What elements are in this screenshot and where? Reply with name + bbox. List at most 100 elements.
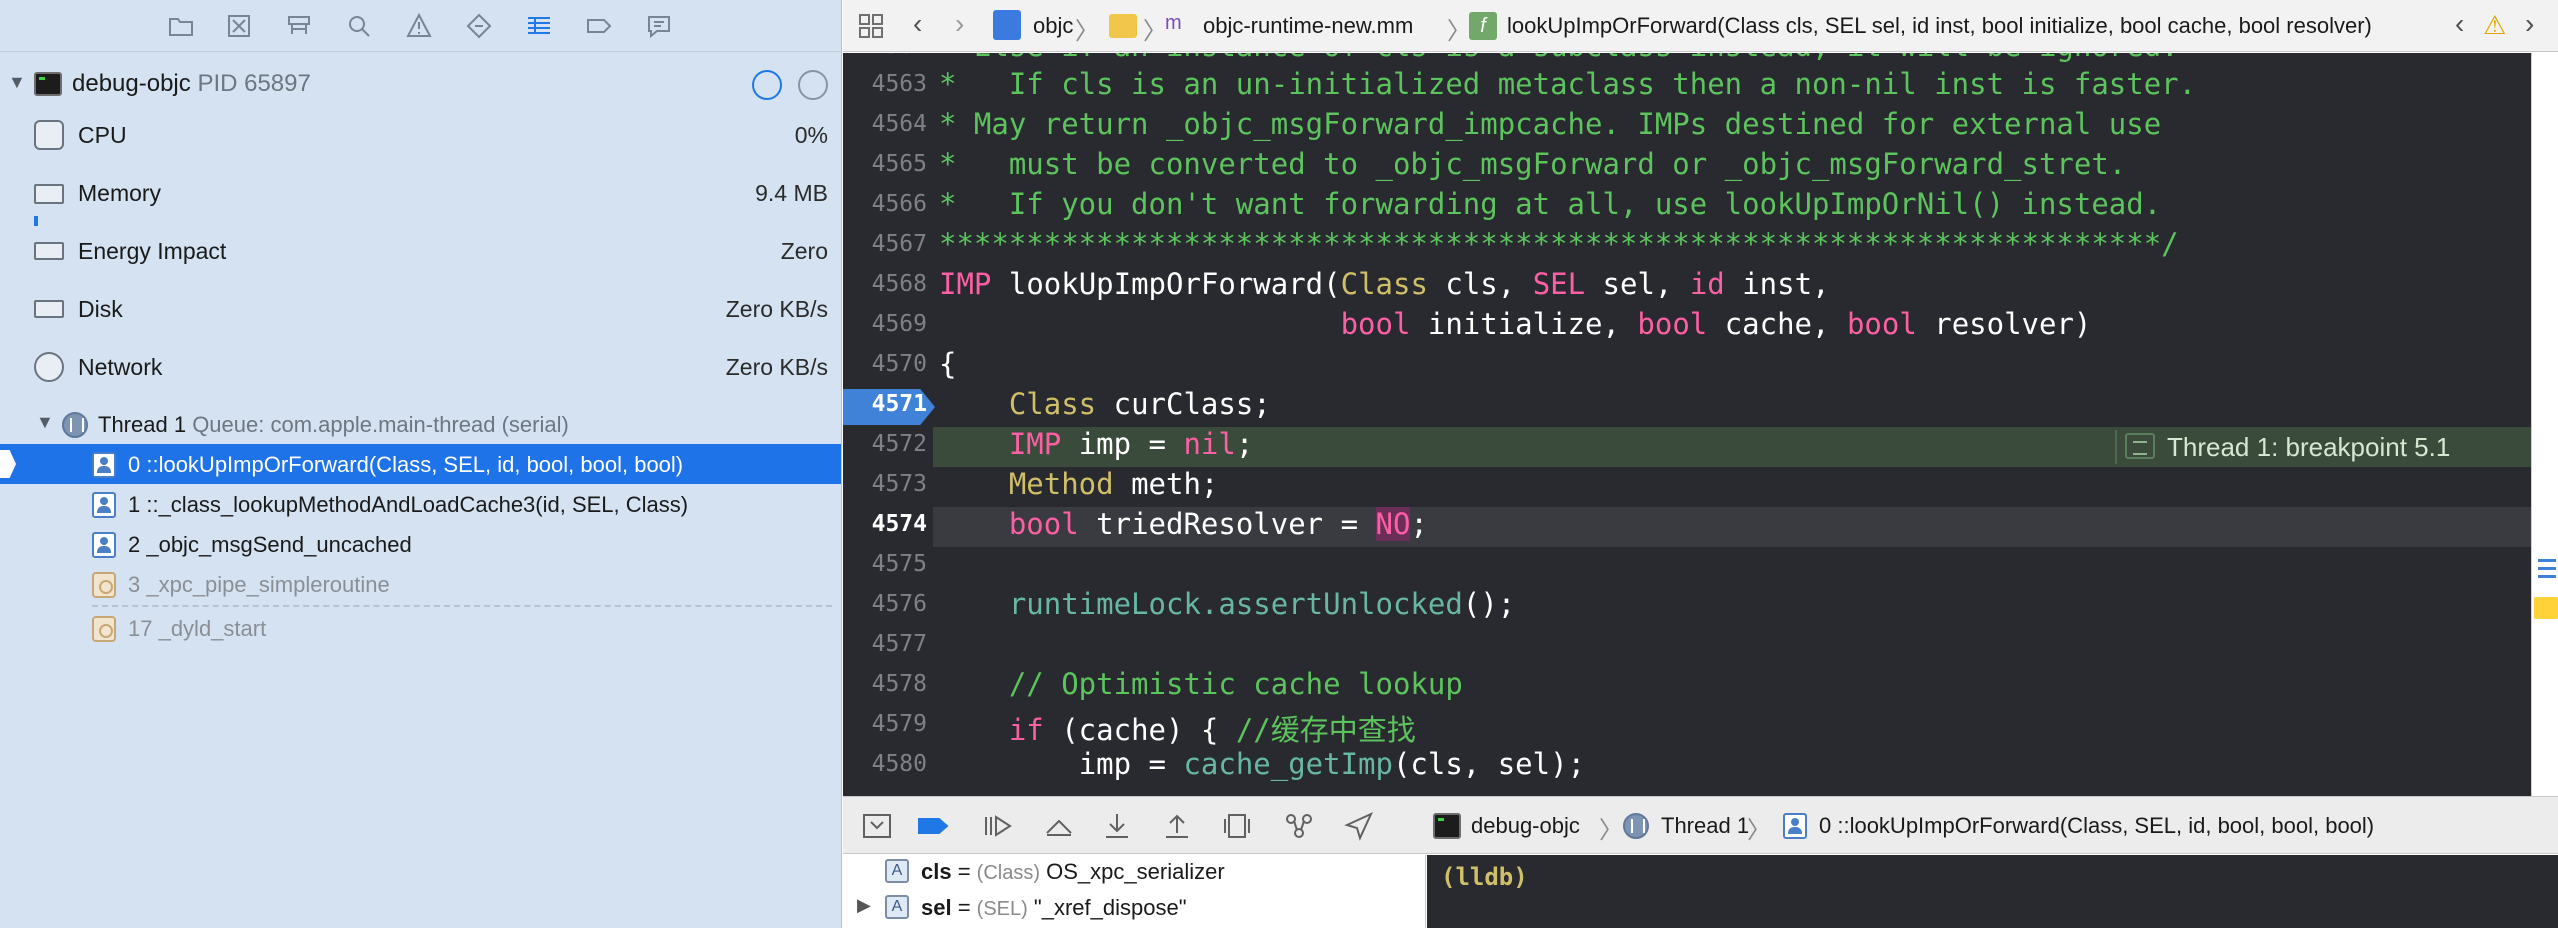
code-token: imp = — [1078, 747, 1184, 781]
code-token: id — [1689, 267, 1725, 301]
code-line: * If you don't want forwarding at all, u… — [939, 187, 2162, 221]
code-token: (); — [1462, 587, 1516, 621]
debug-thread[interactable]: Thread 1 — [1661, 813, 1749, 839]
code-token: IMP — [1008, 427, 1062, 461]
code-comment: 缓存中查找 — [1270, 713, 1416, 747]
breakpoint-annotation-icon — [2125, 433, 2155, 459]
previous-issue-icon[interactable]: ‹ — [2455, 8, 2464, 40]
process-row[interactable]: ▼ debug-objc PID 65897 — [0, 64, 841, 104]
path-separator: 〉 — [1747, 817, 1771, 844]
line-number: 4575 — [871, 551, 927, 577]
stack-frame-row[interactable]: 2 _objc_msgSend_uncached — [0, 524, 841, 564]
editor-minimap[interactable] — [2531, 53, 2558, 796]
debug-icon[interactable] — [522, 10, 556, 42]
thread-row[interactable]: ▼ Thread 1 Queue: com.apple.main-thread … — [0, 404, 841, 444]
gauge-network[interactable]: Network Zero KB/s — [0, 340, 841, 398]
frame-label: 3 _xpc_pipe_simpleroutine — [128, 572, 390, 597]
code-token: Class — [1340, 267, 1428, 301]
lldb-console[interactable]: (lldb) — [1427, 855, 2558, 928]
report-icon[interactable] — [642, 10, 676, 42]
gauge-icon[interactable] — [752, 70, 782, 100]
code-line: bool triedResolver = NO; — [939, 507, 1428, 541]
warning-icon[interactable]: ⚠ — [2483, 10, 2506, 41]
source-control-icon[interactable] — [222, 10, 256, 42]
user-frame-icon — [92, 492, 116, 518]
navigator-toolbar — [0, 0, 841, 52]
variable-text: cls = (Class) OS_xpc_serializer — [921, 859, 1225, 884]
stack-frame-row[interactable]: 1 ::_class_lookupMethodAndLoadCache3(id,… — [0, 484, 841, 524]
disclosure-triangle-icon[interactable]: ▶ — [857, 895, 871, 916]
disclosure-triangle-icon[interactable]: ▼ — [8, 72, 26, 93]
line-number: 4574 — [871, 511, 927, 537]
find-icon[interactable] — [342, 10, 376, 42]
gauge-energy[interactable]: Energy Impact Zero — [0, 224, 841, 282]
warning-marker-icon[interactable] — [2534, 597, 2558, 619]
step-into-icon[interactable] — [1101, 811, 1133, 841]
variable-row[interactable]: A cls = (Class) OS_xpc_serializer — [843, 855, 1426, 889]
code-token: nil — [1183, 427, 1236, 461]
stack-frame-row[interactable]: 0 ::lookUpImpOrForward(Class, SEL, id, b… — [0, 444, 841, 484]
console-prompt: (lldb) — [1441, 863, 1528, 891]
code-token: inst, — [1724, 267, 1830, 301]
step-over-icon[interactable] — [1043, 811, 1075, 841]
line-number: 4567 — [871, 231, 927, 257]
memory-graph-icon[interactable] — [1283, 811, 1315, 841]
variable-row[interactable]: ▶ A sel = (SEL) "_xref_dispose" — [843, 891, 1426, 925]
system-frame-icon — [92, 616, 116, 642]
thread-filter-icon[interactable] — [798, 70, 828, 100]
collapsed-frames-separator — [92, 605, 832, 607]
variable-type: (Class) — [976, 862, 1041, 884]
disclosure-triangle-icon[interactable]: ▼ — [36, 412, 54, 433]
forward-icon[interactable]: › — [955, 8, 964, 40]
hide-debug-area-icon[interactable] — [861, 811, 893, 841]
stack-frame-row[interactable]: 17 _dyld_start — [0, 608, 841, 648]
gauge-disk[interactable]: Disk Zero KB/s — [0, 282, 841, 340]
gauge-cpu[interactable]: CPU 0% — [0, 108, 841, 166]
test-icon[interactable] — [462, 10, 496, 42]
code-token: IMP — [939, 267, 992, 301]
thread-queue: Queue: com.apple.main-thread (serial) — [192, 412, 569, 437]
code-comment: // Optimistic cache lookup — [1008, 667, 1463, 701]
related-items-icon[interactable] — [857, 12, 885, 40]
code-token: bool — [1637, 307, 1708, 341]
code-token: bool — [1846, 307, 1917, 341]
issue-icon[interactable] — [402, 10, 436, 42]
jump-file[interactable]: objc-runtime-new.mm — [1203, 13, 1413, 39]
next-issue-icon[interactable]: › — [2525, 8, 2534, 40]
folder-icon[interactable] — [164, 10, 198, 42]
back-icon[interactable]: ‹ — [913, 8, 922, 40]
breakpoint-icon[interactable] — [582, 10, 616, 42]
cpu-icon — [34, 120, 64, 150]
code-line: * May return _objc_msgForward_impcache. … — [939, 107, 2162, 141]
code-token: ; — [1235, 427, 1254, 461]
code-line: bool initialize, bool cache, bool resolv… — [939, 307, 2092, 341]
gauge-memory[interactable]: Memory 9.4 MB — [0, 166, 841, 226]
view-hierarchy-icon[interactable] — [1221, 811, 1253, 841]
argument-icon: A — [885, 895, 909, 919]
line-number: 4568 — [871, 271, 927, 297]
line-number: 4570 — [871, 351, 927, 377]
minimap-marker — [2538, 567, 2556, 570]
jump-function[interactable]: lookUpImpOrForward(Class cls, SEL sel, i… — [1507, 13, 2372, 39]
line-number-gutter[interactable]: 4562 4563 4564 4565 4566 4567 4568 4569 … — [843, 53, 935, 796]
line-number: 4569 — [871, 311, 927, 337]
jump-project[interactable]: objc — [1033, 13, 1073, 39]
code-editor[interactable]: Thread 1: breakpoint 5.1 4562 4563 4564 … — [843, 53, 2531, 796]
breakpoints-toggle-icon[interactable] — [917, 811, 949, 841]
line-number: 4563 — [871, 71, 927, 97]
step-out-icon[interactable] — [1161, 811, 1193, 841]
selection-marker-icon — [0, 450, 16, 478]
folder-icon — [1109, 14, 1137, 38]
process-name: debug-objc — [72, 70, 191, 97]
symbol-icon[interactable] — [282, 10, 316, 42]
stack-frame-row[interactable]: 3 _xpc_pipe_simpleroutine — [0, 564, 841, 604]
breakpoint-badge[interactable]: Thread 1: breakpoint 5.1 — [2115, 430, 2464, 464]
code-token: cache_getImp — [1183, 747, 1393, 781]
simulate-location-icon[interactable] — [1343, 811, 1375, 841]
variables-view[interactable]: A cls = (Class) OS_xpc_serializer ▶ A se… — [843, 855, 1426, 928]
continue-icon[interactable] — [981, 811, 1013, 841]
code-line: * Else if an instance of cls is a subcla… — [939, 53, 2179, 63]
debug-frame[interactable]: 0 ::lookUpImpOrForward(Class, SEL, id, b… — [1819, 813, 2374, 839]
debug-process[interactable]: debug-objc — [1471, 813, 1580, 839]
